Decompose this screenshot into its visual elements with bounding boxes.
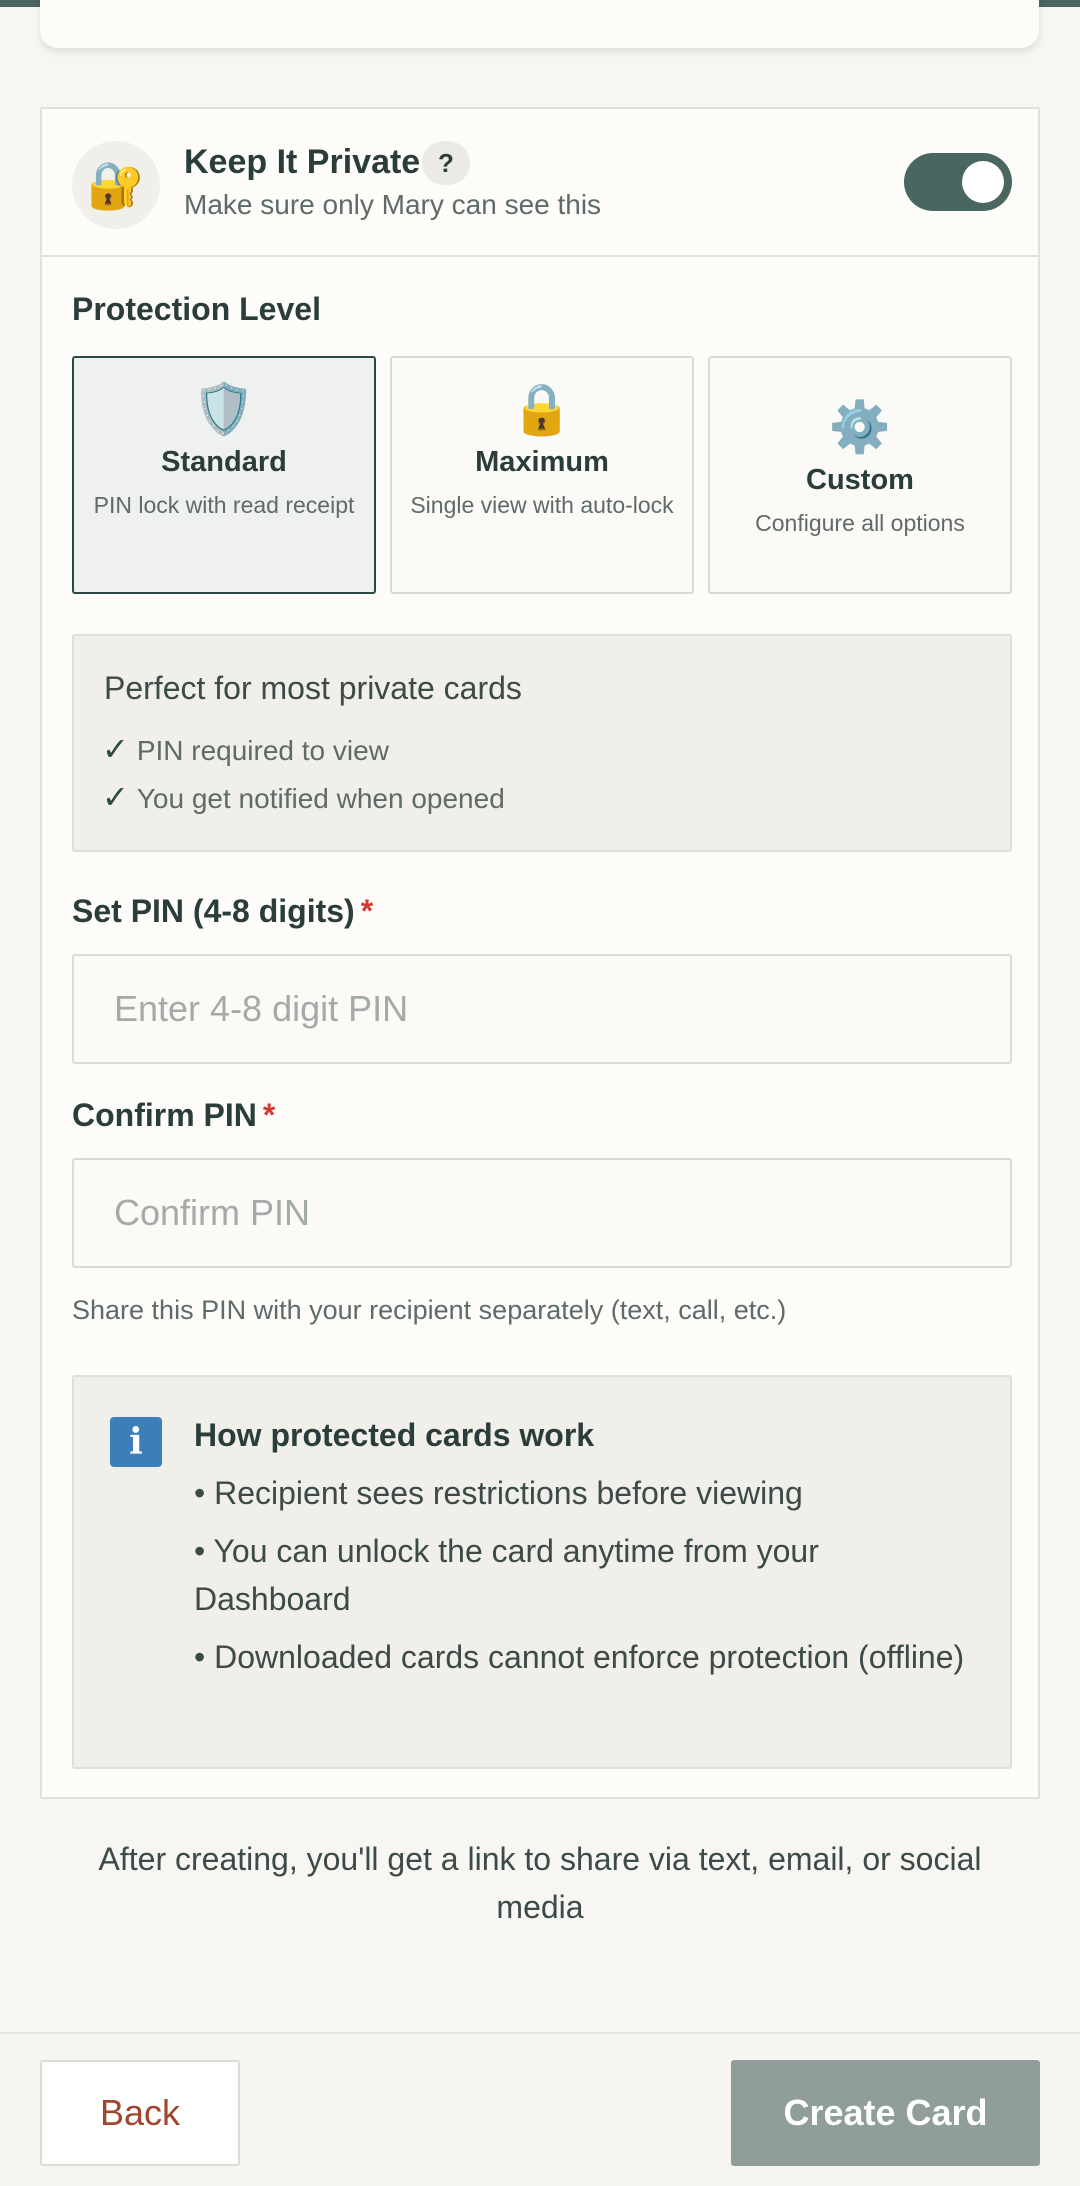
create-card-button[interactable]: Create Card — [731, 2060, 1040, 2166]
info-title: Perfect for most private cards — [104, 670, 522, 706]
privacy-panel: 🔐 Keep It Private ? Make sure only Mary … — [40, 107, 1040, 1799]
check-item: ✓ PIN required to view — [102, 731, 389, 767]
privacy-header: 🔐 Keep It Private ? Make sure only Mary … — [42, 109, 1038, 257]
check-item: ✓ You get notified when opened — [102, 779, 505, 815]
checkmark-icon: ✓ — [102, 731, 129, 767]
set-pin-label: Set PIN (4-8 digits) * — [72, 893, 374, 929]
option-description: PIN lock with read receipt — [93, 492, 355, 518]
footer-bar: Back Create Card — [0, 2032, 1080, 2186]
help-button[interactable]: ? — [422, 141, 470, 185]
how-it-works-title: How protected cards work — [194, 1417, 595, 1453]
protection-level-label: Protection Level — [72, 291, 321, 327]
privacy-title: Keep It Private — [184, 143, 421, 181]
list-item: • Downloaded cards cannot enforce protec… — [194, 1639, 965, 1675]
back-button[interactable]: Back — [40, 2060, 240, 2166]
option-maximum[interactable]: 🔒 Maximum Single view with auto-lock — [390, 356, 694, 594]
private-toggle[interactable] — [904, 153, 1012, 211]
shield-icon: 🛡️ — [192, 381, 256, 437]
confirm-pin-label: Confirm PIN * — [72, 1097, 276, 1133]
option-description: Configure all options — [755, 510, 965, 536]
checkmark-icon: ✓ — [102, 779, 129, 815]
previous-card-edge — [40, 0, 1039, 48]
option-title: Maximum — [475, 446, 609, 478]
lock-key-icon: 🔐 — [72, 141, 160, 229]
gear-icon: ⚙️ — [828, 399, 892, 455]
after-create-note: After creating, you'll get a link to sha… — [98, 1841, 982, 1925]
list-item: • Recipient sees restrictions before vie… — [194, 1475, 803, 1511]
how-it-works-box: i How protected cards work • Recipient s… — [72, 1375, 1012, 1769]
list-item: • You can unlock the card anytime from y… — [194, 1533, 819, 1617]
toggle-knob — [962, 161, 1004, 203]
pin-hint: Share this PIN with your recipient separ… — [72, 1295, 787, 1325]
option-title: Standard — [161, 446, 287, 478]
info-icon: i — [110, 1417, 162, 1467]
option-description: Single view with auto-lock — [410, 492, 674, 518]
confirm-pin-input[interactable] — [72, 1158, 1012, 1268]
required-mark: * — [360, 893, 374, 929]
privacy-subtitle: Make sure only Mary can see this — [184, 189, 602, 220]
required-mark: * — [262, 1097, 276, 1133]
lock-icon: 🔒 — [510, 381, 574, 437]
standard-info-box: Perfect for most private cards ✓ PIN requ… — [72, 634, 1012, 852]
how-it-works-list: • Recipient sees restrictions before vie… — [194, 1469, 984, 1691]
option-standard[interactable]: 🛡️ Standard PIN lock with read receipt — [72, 356, 376, 594]
option-custom[interactable]: ⚙️ Custom Configure all options — [708, 356, 1012, 594]
pin-input[interactable] — [72, 954, 1012, 1064]
option-title: Custom — [806, 464, 914, 496]
